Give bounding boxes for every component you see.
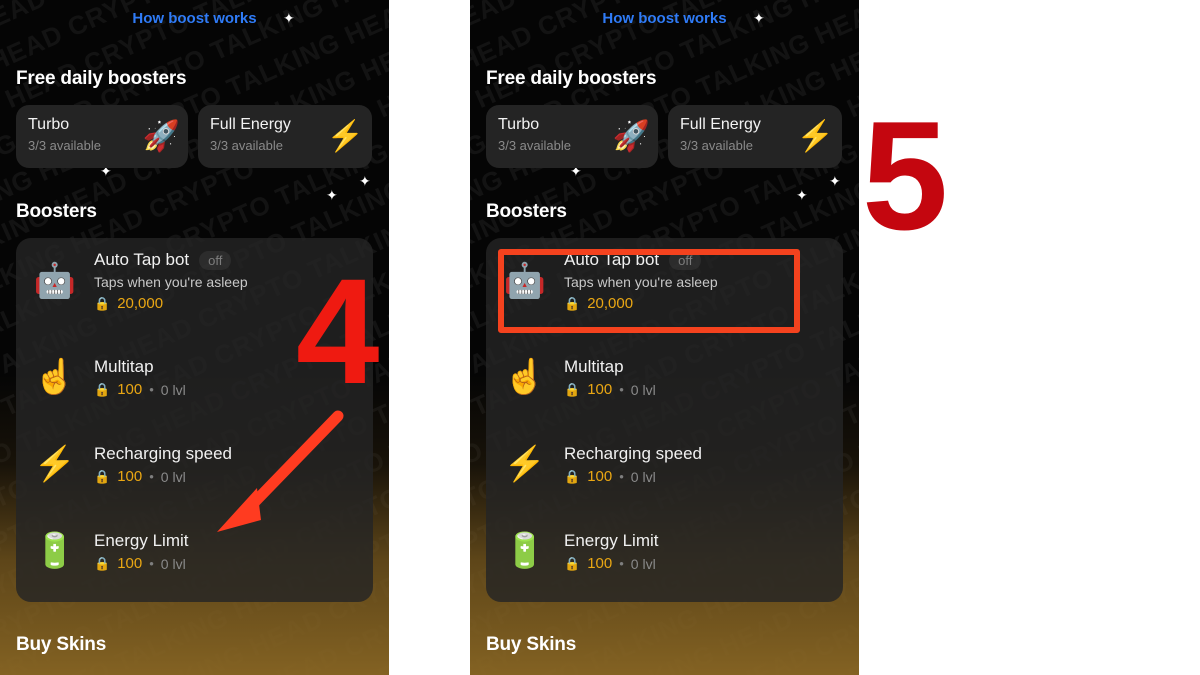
booster-row-recharging-speed[interactable]: ⚡ Recharging speed 🔒 100 • 0 lvl [486,421,843,507]
booster-row-energy-limit[interactable]: 🔋 Energy Limit 🔒 100 • 0 lvl [486,508,843,594]
booster-name: Auto Tap bot [94,250,190,269]
section-title-boosters: Boosters [16,201,97,222]
lock-icon: 🔒 [564,555,581,571]
booster-row-energy-limit[interactable]: 🔋 Energy Limit 🔒 100 • 0 lvl [16,508,373,594]
separator-dot: • [149,469,154,484]
how-boost-works-link[interactable]: How boost works [0,10,389,27]
daily-booster-card-full-energy[interactable]: Full Energy 3/3 available ⚡ [198,105,372,168]
booster-price: 100 [117,467,143,485]
booster-level: 0 lvl [160,555,186,572]
booster-description: Taps when you're asleep [564,274,718,290]
robot-icon: 🤖 [503,262,547,300]
booster-row-auto-tap-bot[interactable]: 🤖 Auto Tap bot off Taps when you're asle… [486,238,843,324]
screen-content-left: How boost works ✦ ✦ ✦ ✦ Free daily boost… [0,0,389,675]
section-title-free-daily-boosters: Free daily boosters [486,68,657,89]
lightning-icon: ⚡ [796,119,834,153]
booster-level: 0 lvl [160,381,186,398]
lock-icon: 🔒 [94,555,111,571]
phone-screen-left: CRYPTO TALKING HEAD CRYPTO TALKING HEAD … [0,0,389,675]
booster-level: 0 lvl [630,468,656,485]
booster-price: 20,000 [587,295,634,312]
lightning-icon: ⚡ [326,119,364,153]
booster-level: 0 lvl [160,468,186,485]
section-title-buy-skins: Buy Skins [486,634,577,655]
booster-name: Multitap [94,356,154,376]
annotation-step-number-5: 5 [862,89,949,262]
robot-icon: 🤖 [33,262,77,300]
booster-price: 100 [117,554,143,572]
screen-content-right: How boost works ✦ ✦ ✦ ✦ Free daily boost… [470,0,859,675]
screenshot-root: CRYPTO TALKING HEAD CRYPTO TALKING HEAD … [0,0,1200,675]
sparkle-icon: ✦ [359,173,371,189]
sparkle-icon: ✦ [829,173,841,189]
separator-dot: • [619,469,624,484]
separator-dot: • [149,556,154,571]
pointing-finger-icon: ☝️ [33,358,77,396]
boosters-list: 🤖 Auto Tap bot off Taps when you're asle… [16,238,373,602]
battery-icon: 🔋 [33,532,77,570]
booster-level: 0 lvl [630,381,656,398]
lock-icon: 🔒 [564,381,581,397]
status-badge: off [199,250,232,270]
booster-name: Recharging speed [94,443,232,463]
booster-name: Auto Tap bot [564,250,660,269]
booster-level: 0 lvl [630,555,656,572]
booster-name: Energy Limit [94,530,189,550]
booster-name: Multitap [564,356,624,376]
lock-icon: 🔒 [94,296,111,311]
lock-icon: 🔒 [564,296,581,311]
booster-price: 20,000 [117,295,164,312]
lightning-bolt-icon: ⚡ [33,445,77,483]
daily-booster-card-turbo[interactable]: Turbo 3/3 available 🚀 [16,105,188,168]
booster-row-recharging-speed[interactable]: ⚡ Recharging speed 🔒 100 • 0 lvl [16,421,373,507]
daily-booster-card-turbo[interactable]: Turbo 3/3 available 🚀 [486,105,658,168]
section-title-buy-skins: Buy Skins [16,634,107,655]
battery-icon: 🔋 [503,532,547,570]
how-boost-works-link[interactable]: How boost works [470,10,859,27]
booster-row-multitap[interactable]: ☝️ Multitap 🔒 100 • 0 lvl [486,334,843,420]
lightning-bolt-icon: ⚡ [503,445,547,483]
booster-price: 100 [587,467,613,485]
section-title-boosters: Boosters [486,201,567,222]
boosters-list: 🤖 Auto Tap bot off Taps when you're asle… [486,238,843,602]
sparkle-icon: ✦ [796,187,808,203]
sparkle-icon: ✦ [326,187,338,203]
phone-screen-right: CRYPTO TALKING HEAD CRYPTO TALKING HEAD … [470,0,859,675]
status-badge: off [669,250,702,270]
lock-icon: 🔒 [564,468,581,484]
separator-dot: • [149,382,154,397]
booster-price: 100 [587,554,613,572]
booster-row-auto-tap-bot[interactable]: 🤖 Auto Tap bot off Taps when you're asle… [16,238,373,324]
separator-dot: • [619,556,624,571]
lock-icon: 🔒 [94,468,111,484]
booster-name: Recharging speed [564,443,702,463]
lock-icon: 🔒 [94,381,111,397]
booster-description: Taps when you're asleep [94,274,248,290]
daily-booster-card-full-energy[interactable]: Full Energy 3/3 available ⚡ [668,105,842,168]
section-title-free-daily-boosters: Free daily boosters [16,68,187,89]
rocket-icon: 🚀 [142,119,180,153]
booster-price: 100 [587,380,613,398]
separator-dot: • [619,382,624,397]
rocket-icon: 🚀 [612,119,650,153]
pointing-finger-icon: ☝️ [503,358,547,396]
booster-row-multitap[interactable]: ☝️ Multitap 🔒 100 • 0 lvl [16,334,373,420]
booster-name: Energy Limit [564,530,659,550]
booster-price: 100 [117,380,143,398]
